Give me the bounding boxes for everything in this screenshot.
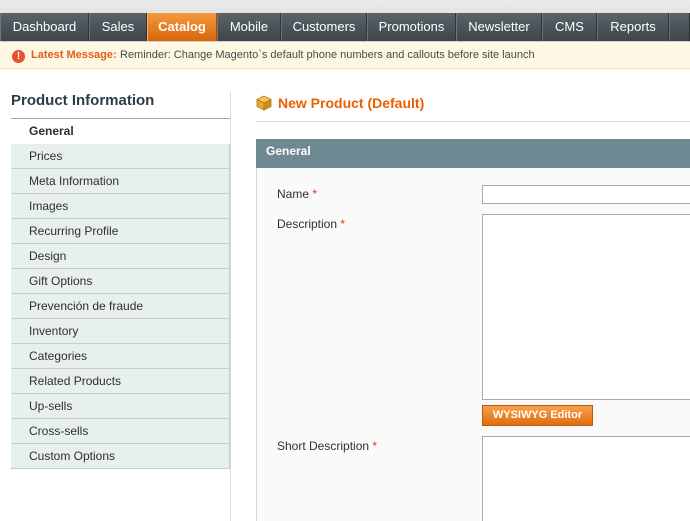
nav-reports[interactable]: Reports	[597, 13, 669, 41]
tab-design[interactable]: Design	[11, 244, 230, 269]
tab-up-sells[interactable]: Up-sells	[11, 394, 230, 419]
tab-custom-options[interactable]: Custom Options	[11, 444, 230, 469]
short-description-label: Short Description *	[277, 439, 377, 453]
message-text: Reminder: Change Magento`s default phone…	[120, 49, 535, 61]
page-title-divider	[256, 121, 690, 122]
tab-related-products[interactable]: Related Products	[11, 369, 230, 394]
nav-cms[interactable]: CMS	[542, 13, 597, 41]
tab-gift-options[interactable]: Gift Options	[11, 269, 230, 294]
alert-icon: !	[12, 50, 25, 63]
required-mark: *	[312, 187, 318, 201]
tab-meta-information[interactable]: Meta Information	[11, 169, 230, 194]
tab-categories[interactable]: Categories	[11, 344, 230, 369]
tab-prices[interactable]: Prices	[11, 144, 230, 169]
nav-promotions[interactable]: Promotions	[367, 13, 456, 41]
product-tabs: General Prices Meta Information Images R…	[11, 119, 230, 469]
required-mark: *	[372, 439, 378, 453]
nav-sales[interactable]: Sales	[89, 13, 147, 41]
message-label[interactable]: Latest Message:	[31, 49, 117, 61]
description-label-text: Description	[277, 217, 338, 231]
nav-newsletter[interactable]: Newsletter	[456, 13, 542, 41]
tab-inventory[interactable]: Inventory	[11, 319, 230, 344]
description-textarea[interactable]	[482, 214, 690, 400]
wysiwyg-editor-button[interactable]: WYSIWYG Editor	[482, 405, 593, 426]
description-label: Description *	[277, 217, 345, 231]
short-description-textarea[interactable]	[482, 436, 690, 521]
tab-cross-sells[interactable]: Cross-sells	[11, 419, 230, 444]
nav-overflow	[669, 13, 690, 41]
name-input[interactable]	[482, 185, 690, 204]
nav-customers[interactable]: Customers	[281, 13, 367, 41]
product-box-icon	[256, 95, 272, 111]
system-message-bar: ! Latest Message: Reminder: Change Magen…	[0, 42, 690, 69]
tab-recurring-profile[interactable]: Recurring Profile	[11, 219, 230, 244]
sidebar-divider	[230, 92, 231, 521]
tab-images[interactable]: Images	[11, 194, 230, 219]
name-label: Name *	[277, 187, 317, 201]
top-navigation: Dashboard Sales Catalog Mobile Customers…	[0, 0, 690, 42]
tab-fraud-prevention[interactable]: Prevención de fraude	[11, 294, 230, 319]
nav-bar: Dashboard Sales Catalog Mobile Customers…	[0, 13, 690, 41]
nav-mobile[interactable]: Mobile	[217, 13, 281, 41]
tab-general[interactable]: General	[11, 119, 230, 144]
page-title: New Product (Default)	[278, 95, 425, 111]
nav-dashboard[interactable]: Dashboard	[0, 13, 89, 41]
nav-catalog[interactable]: Catalog	[147, 13, 217, 41]
short-description-label-text: Short Description	[277, 439, 370, 453]
name-label-text: Name	[277, 187, 310, 201]
section-header-general: General	[256, 139, 690, 168]
sidebar-title: Product Information	[11, 92, 155, 109]
required-mark: *	[340, 217, 346, 231]
